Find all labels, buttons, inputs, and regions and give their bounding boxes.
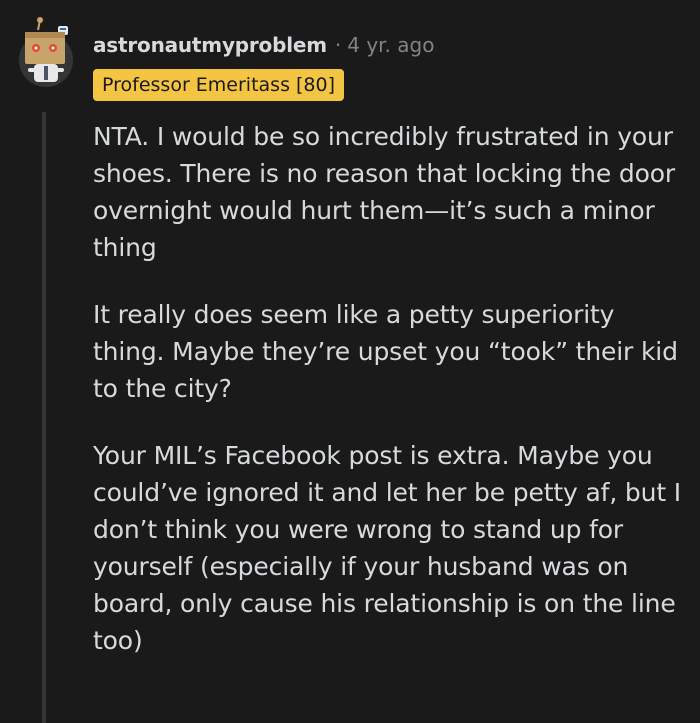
- user-flair: Professor Emeritass [80]: [93, 69, 345, 101]
- username-link[interactable]: astronautmyproblem: [93, 33, 327, 57]
- comment-body: NTA. I would be so incredibly frustrated…: [93, 118, 683, 689]
- meta-separator: ·: [334, 33, 342, 57]
- comment: astronautmyproblem · 4 yr. ago Professor…: [0, 0, 700, 723]
- comment-header: astronautmyproblem · 4 yr. ago: [93, 30, 434, 60]
- thread-collapse-line[interactable]: [42, 112, 46, 723]
- comment-paragraph: It really does seem like a petty superio…: [93, 300, 678, 403]
- user-avatar[interactable]: [18, 16, 74, 90]
- timestamp-link[interactable]: 4 yr. ago: [347, 33, 434, 57]
- snoo-box-head-avatar-icon: [19, 17, 73, 87]
- comment-paragraph: Your MIL’s Facebook post is extra. Maybe…: [93, 441, 681, 655]
- comment-paragraph: NTA. I would be so incredibly frustrated…: [93, 122, 676, 262]
